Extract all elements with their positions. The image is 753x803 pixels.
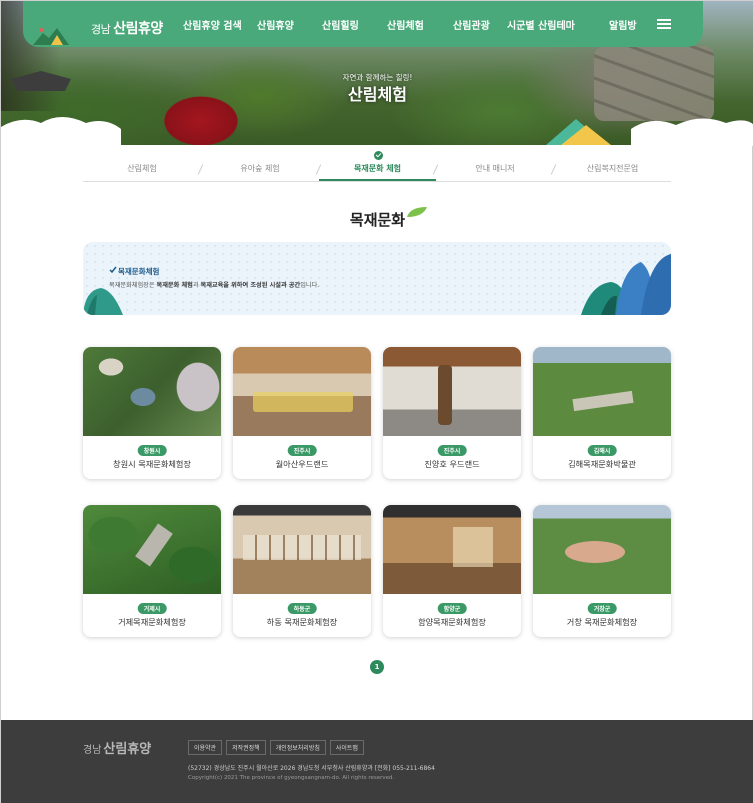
leaf-icon (407, 207, 427, 217)
info-heading: 목재문화체험 (118, 267, 160, 276)
hero-banner: 경남 산림휴양 산림휴양 검색 산림휴양 산림힐링 산림체험 산림관광 시군별 산… (1, 1, 753, 146)
footer-logo-name: 산림휴양 (103, 742, 152, 757)
region-badge: 하동군 (287, 603, 317, 614)
facility-card[interactable]: 거제시 거제목재문화체험장 (83, 505, 221, 637)
logo-prefix: 경남 (91, 23, 111, 36)
tab-wood-culture[interactable]: 목재문화 체험 (319, 151, 436, 181)
logo-text: 경남 산림휴양 (91, 18, 163, 38)
facility-name: 거제목재문화체험장 (118, 617, 186, 627)
section-title: 목재문화 (349, 211, 406, 229)
region-badge: 거창군 (587, 603, 617, 614)
facility-card[interactable]: 진주시 월아산우드랜드 (233, 347, 371, 479)
hero-title: 산림체험 (348, 85, 407, 104)
info-text-bold-1: 목재문화 체험 (156, 282, 193, 289)
facility-name: 김해목재문화박물관 (568, 459, 636, 469)
facility-photo (533, 347, 671, 436)
plant-decoration-icon (581, 254, 671, 315)
info-description: 목재문화체험장은 목재문화 체험과 목재교육을 위하여 조성된 시설과 공간입니… (109, 280, 319, 289)
footer-logo-prefix: 경남 (83, 745, 102, 756)
footer-link-copyright[interactable]: 저작권정책 (226, 740, 266, 755)
info-text-bold-2: 목재교육을 위하여 조성된 시설과 공간 (200, 282, 301, 289)
facility-photo (83, 505, 221, 594)
facility-card[interactable]: 진주시 진양호 우드랜드 (383, 347, 521, 479)
tab-label: 산림체험 (127, 164, 157, 173)
tab-label: 유아숲 체험 (240, 164, 280, 173)
region-badge: 함양군 (437, 603, 467, 614)
facility-card[interactable]: 하동군 하동 목재문화체험장 (233, 505, 371, 637)
footer-address: (52732) 경상남도 진주시 월아산로 2026 경남도청 서부청사 산림휴… (188, 765, 435, 772)
info-box: 목재문화체험 목재문화체험장은 목재문화 체험과 목재교육을 위하여 조성된 시… (83, 242, 671, 315)
facility-card[interactable]: 김해시 김해목재문화박물관 (533, 347, 671, 479)
pagination-page-1[interactable]: 1 (370, 660, 384, 674)
nav-item-forest-search[interactable]: 산림휴양 검색 (183, 17, 242, 32)
region-badge: 진주시 (437, 445, 467, 456)
check-icon (373, 151, 383, 160)
footer-link-terms[interactable]: 이용약관 (188, 740, 223, 755)
hamburger-menu-icon[interactable] (657, 19, 671, 29)
facility-card[interactable]: 거창군 거창 목재문화체험장 (533, 505, 671, 637)
facility-card[interactable]: 창원시 창원시 목재문화체험장 (83, 347, 221, 479)
facility-name: 하동 목재문화체험장 (266, 617, 338, 627)
plant-decoration-icon (83, 288, 123, 315)
tab-label: 안내 매니저 (475, 164, 515, 173)
nav-item-city-theme[interactable]: 시군별 산림테마 (507, 17, 575, 32)
tab-guide-manager[interactable]: 안내 매니저 (436, 158, 554, 181)
facility-photo (383, 347, 521, 436)
footer: 경남 산림휴양 이용약관 저작권정책 개인정보처리방침 사이트맵 (52732) … (1, 720, 753, 803)
tab-label: 산림복지전문업 (586, 164, 639, 173)
top-navbar: 경남 산림휴양 산림휴양 검색 산림휴양 산림힐링 산림체험 산림관광 시군별 산… (23, 1, 703, 47)
nav-item-notice[interactable]: 알림방 (609, 17, 637, 32)
nav-item-forest-experience[interactable]: 산림체험 (387, 17, 424, 32)
footer-links: 이용약관 저작권정책 개인정보처리방침 사이트맵 (188, 740, 368, 755)
facility-name: 진양호 우드랜드 (424, 459, 480, 469)
tab-forest-experience[interactable]: 산림체험 (83, 158, 201, 181)
logo-name: 산림휴양 (113, 21, 163, 37)
footer-link-privacy[interactable]: 개인정보처리방침 (269, 740, 326, 755)
facility-name: 함양목재문화체험장 (418, 617, 486, 627)
facility-name: 월아산우드랜드 (275, 459, 329, 469)
nav-item-forest-healing[interactable]: 산림힐링 (322, 17, 359, 32)
region-badge: 창원시 (137, 445, 167, 456)
info-text-mid: 과 (192, 282, 201, 289)
facility-photo (533, 505, 671, 594)
facility-photo (233, 505, 371, 594)
tab-forest-welfare[interactable]: 산림복지전문업 (554, 158, 671, 181)
facility-photo (383, 505, 521, 594)
nav-item-forest-recreation[interactable]: 산림휴양 (257, 17, 294, 32)
facility-card[interactable]: 함양군 함양목재문화체험장 (383, 505, 521, 637)
region-badge: 김해시 (587, 445, 617, 456)
facility-name: 거창 목재문화체험장 (566, 617, 638, 627)
footer-link-sitemap[interactable]: 사이트맵 (329, 740, 364, 755)
facility-name: 창원시 목재문화체험장 (113, 459, 191, 469)
facility-photo (233, 347, 371, 436)
nav-item-forest-tourism[interactable]: 산림관광 (453, 17, 490, 32)
info-text-suffix: 입니다. (300, 282, 320, 289)
mountain-logo-icon (33, 28, 69, 45)
check-icon (109, 266, 117, 274)
tab-forest-kindergarten[interactable]: 유아숲 체험 (201, 158, 319, 181)
region-badge: 거제시 (137, 603, 167, 614)
tab-label: 목재문화 체험 (354, 164, 401, 173)
facility-photo (83, 347, 221, 436)
footer-logo[interactable]: 경남 산림휴양 (83, 738, 151, 757)
cloud-divider (1, 117, 753, 146)
sub-tabs: 산림체험 유아숲 체험 목재문화 체험 안내 매니저 산림복지전문업 (83, 151, 671, 182)
region-badge: 진주시 (287, 445, 317, 456)
footer-copyright: Copyright(c) 2021 The province of gyeong… (188, 775, 395, 781)
site-logo[interactable]: 경남 산림휴양 (31, 7, 171, 47)
